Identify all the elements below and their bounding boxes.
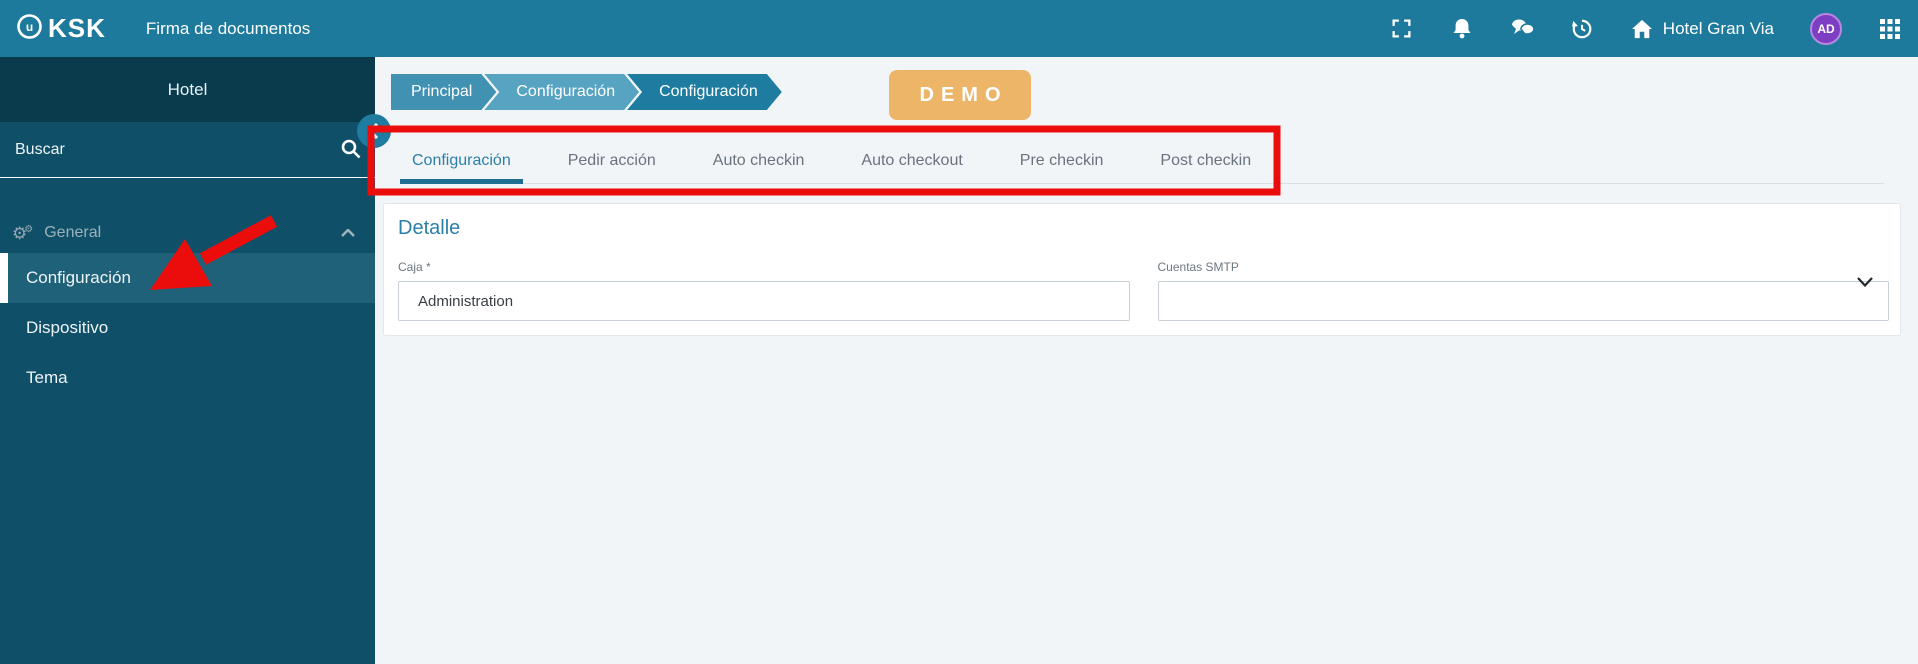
- smtp-select[interactable]: [1157, 281, 1889, 321]
- top-navbar: u KSK Firma de documentos Hotel Gran Via…: [0, 0, 1918, 57]
- chevron-left-icon: [367, 122, 379, 140]
- caja-field-group: Caja *: [398, 260, 1130, 321]
- tab-pre-checkin[interactable]: Pre checkin: [1008, 140, 1116, 184]
- svg-text:u: u: [26, 20, 33, 34]
- sidebar-section-label: General: [44, 224, 102, 241]
- search-input[interactable]: [0, 140, 320, 159]
- grid-icon[interactable]: [1878, 17, 1902, 41]
- home-icon: [1630, 17, 1654, 41]
- breadcrumb-configuracion-1[interactable]: Configuración: [484, 74, 639, 110]
- smtp-field-group: Cuentas SMTP: [1157, 260, 1889, 321]
- search-icon[interactable]: [340, 138, 362, 165]
- sidebar-collapse-button[interactable]: [357, 114, 391, 148]
- tab-post-checkin[interactable]: Post checkin: [1148, 140, 1263, 184]
- caja-label: Caja *: [398, 260, 431, 274]
- app-title: Firma de documentos: [145, 18, 311, 38]
- tab-strip: Configuración Pedir acción Auto checkin …: [400, 140, 1884, 184]
- sidebar-item-tema[interactable]: Tema: [0, 353, 375, 403]
- sidebar-items: Configuración Dispositivo Tema: [0, 253, 375, 403]
- breadcrumb-configuracion-2[interactable]: Configuración: [627, 74, 782, 110]
- app-window: u KSK Firma de documentos Hotel Gran Via…: [0, 0, 1918, 664]
- detail-title: Detalle: [398, 217, 461, 239]
- tab-configuracion[interactable]: Configuración: [400, 140, 523, 184]
- chat-icon[interactable]: [1510, 17, 1534, 41]
- hotel-menu[interactable]: Hotel Gran Via: [1630, 17, 1774, 41]
- navbar-actions: Hotel Gran Via AD: [1390, 12, 1902, 45]
- sidebar-search: [0, 122, 375, 178]
- gears-icon: ⚙⚙: [12, 223, 34, 243]
- caja-input[interactable]: [398, 281, 1130, 321]
- ksk-logo[interactable]: u KSK: [16, 13, 106, 45]
- fullscreen-icon[interactable]: [1390, 17, 1414, 41]
- history-icon[interactable]: [1570, 17, 1594, 41]
- smtp-label: Cuentas SMTP: [1157, 260, 1239, 274]
- breadcrumb-principal[interactable]: Principal: [391, 74, 496, 110]
- breadcrumb: Principal Configuración Configuración: [391, 74, 782, 110]
- chevron-down-icon: [1857, 274, 1873, 292]
- sidebar-hotel-header: Hotel: [0, 57, 375, 122]
- tab-pedir-accion[interactable]: Pedir acción: [556, 140, 668, 184]
- demo-badge: DEMO: [889, 70, 1031, 120]
- sidebar-section-general[interactable]: ⚙⚙ General: [0, 218, 375, 248]
- sidebar-item-configuracion[interactable]: Configuración: [0, 253, 375, 303]
- detail-form: Caja * Cuentas SMTP: [398, 260, 1889, 321]
- sidebar-item-dispositivo[interactable]: Dispositivo: [0, 303, 375, 353]
- logo-circle-u-icon: u: [16, 13, 43, 45]
- detail-card: Detalle Caja * Cuentas SMTP: [383, 203, 1901, 336]
- logo-text: KSK: [48, 13, 106, 43]
- tab-auto-checkout[interactable]: Auto checkout: [849, 140, 974, 184]
- tab-auto-checkin[interactable]: Auto checkin: [701, 140, 817, 184]
- chevron-up-icon: [341, 224, 355, 242]
- bell-icon[interactable]: [1450, 17, 1474, 41]
- hotel-name: Hotel Gran Via: [1662, 18, 1774, 38]
- main-content: Principal Configuración Configuración DE…: [375, 57, 1918, 664]
- user-avatar[interactable]: AD: [1810, 12, 1842, 45]
- sidebar: Hotel ⚙⚙ General Configuración Dispositi…: [0, 57, 375, 664]
